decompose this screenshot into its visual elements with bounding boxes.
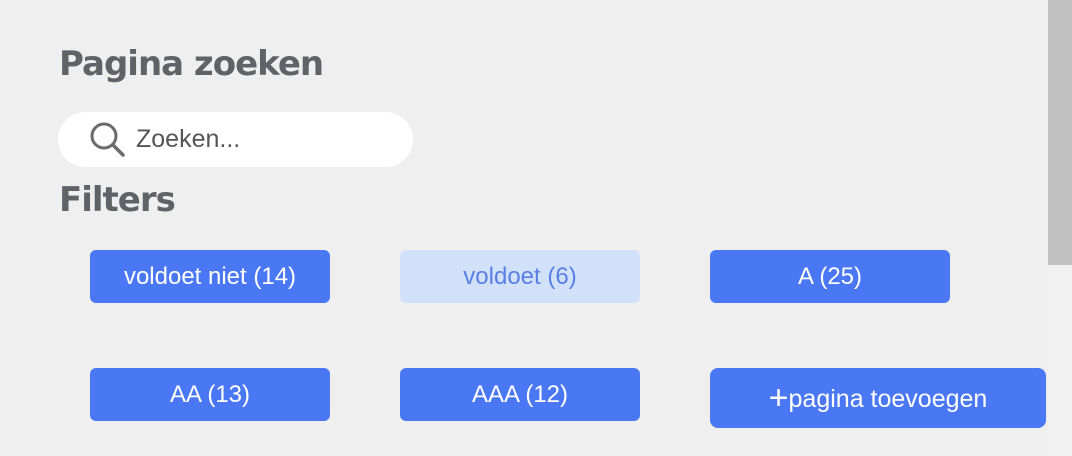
plus-icon: + [768,378,789,417]
filter-chip-a[interactable]: A (25) [710,250,950,303]
filter-chip-aaa[interactable]: AAA (12) [400,368,640,421]
add-page-label: pagina toevoegen [788,384,988,413]
filter-chip-voldoet[interactable]: voldoet (6) [400,250,640,303]
page: Pagina zoeken Filters voldoet niet (14) … [0,0,1072,456]
filters-title: Filters [59,180,176,220]
filter-chip-voldoet-niet[interactable]: voldoet niet (14) [90,250,330,303]
filter-chip-aa[interactable]: AA (13) [90,368,330,421]
vertical-scrollbar[interactable] [1048,0,1072,456]
magnifier-icon [90,122,125,157]
page-search-title: Pagina zoeken [59,44,324,84]
scrollbar-thumb[interactable] [1048,0,1072,265]
search-box[interactable] [58,112,413,167]
search-input[interactable] [136,120,396,158]
add-page-button[interactable]: +pagina toevoegen [710,368,1046,428]
